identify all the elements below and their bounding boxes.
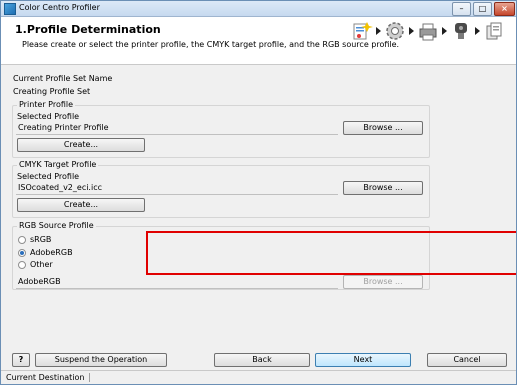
adobergb-radio[interactable] [18,249,26,257]
profile-set-name-value: Creating Profile Set [13,87,91,96]
suspend-button[interactable]: Suspend the Operation [35,353,167,367]
highlight-box [146,231,516,275]
maximize-button[interactable]: □ [473,2,492,16]
cmyk-browse-button[interactable]: Browse ... [343,181,423,195]
next-button[interactable]: Next [315,353,411,367]
printer-step-icon [419,23,437,41]
status-text: Current Destination [6,373,90,382]
wizard-steps [351,17,511,57]
wizard-header: 1.Profile Determination Please create or… [1,17,516,65]
printer-browse-button[interactable]: Browse ... [343,121,423,135]
step-arrow-icon [376,27,381,35]
other-radio[interactable] [18,261,26,269]
cmyk-profile-field[interactable]: ISOcoated_v2_eci.icc [16,182,338,195]
srgb-radio-label[interactable]: sRGB [30,235,51,244]
adobergb-radio-label[interactable]: AdobeRGB [30,248,73,257]
printer-profile-field[interactable]: Creating Printer Profile [16,122,338,135]
cmyk-selected-profile-label: Selected Profile [17,172,80,181]
back-button[interactable]: Back [214,353,310,367]
app-window: Color Centro Profiler – □ × 1.Profile De… [0,0,517,385]
cmyk-profile-group-label: CMYK Target Profile [17,160,99,169]
save-step-icon [486,22,502,40]
step-arrow-icon [442,27,447,35]
profile-set-name-label: Current Profile Set Name [13,74,113,83]
page-description: Please create or select the printer prof… [22,40,400,49]
title-bar: Color Centro Profiler – □ × [1,1,516,17]
measure-step-icon [455,23,467,39]
rgb-profile-field: AdobeRGB [16,276,338,289]
printer-selected-profile-label: Selected Profile [17,112,80,121]
page-title: 1.Profile Determination [15,23,161,36]
app-icon [4,3,16,15]
srgb-radio[interactable] [18,236,26,244]
rgb-browse-button[interactable]: Browse ... [343,275,423,289]
close-button[interactable]: × [494,2,515,16]
step-arrow-icon [409,27,414,35]
step-arrow-icon [475,27,480,35]
other-radio-label[interactable]: Other [30,260,53,269]
profile-determination-step-icon [353,22,373,40]
help-button[interactable]: ? [12,353,30,367]
settings-step-icon [386,22,404,40]
rgb-profile-group-label: RGB Source Profile [17,221,96,230]
status-bar: Current Destination [1,370,516,384]
cancel-button[interactable]: Cancel [427,353,507,367]
minimize-button[interactable]: – [452,2,471,16]
cmyk-create-button[interactable]: Create... [17,198,145,212]
window-title: Color Centro Profiler [19,3,100,12]
printer-profile-group-label: Printer Profile [17,100,76,109]
printer-create-button[interactable]: Create... [17,138,145,152]
